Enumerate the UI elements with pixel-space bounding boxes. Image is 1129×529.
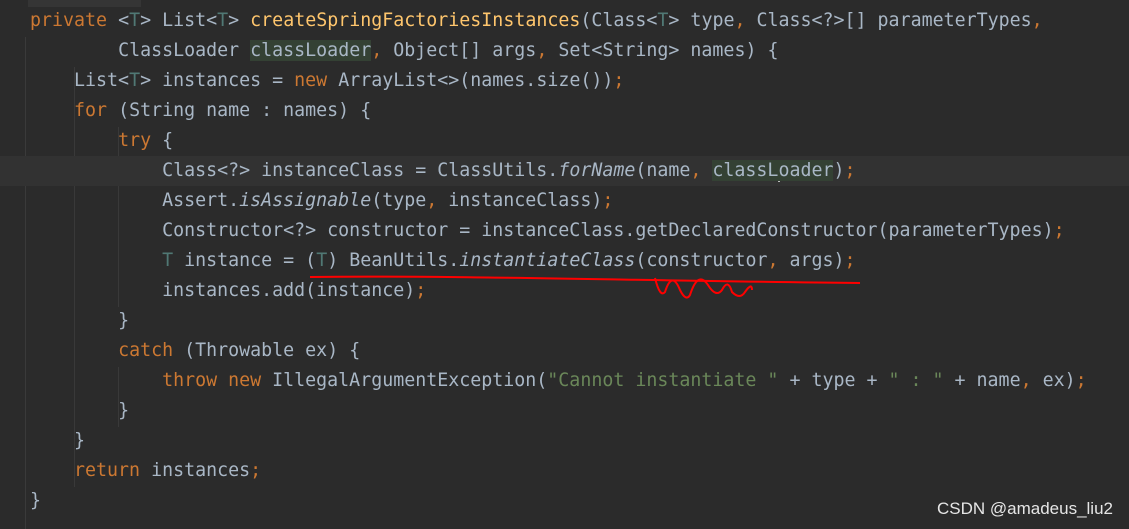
- handwritten-annotation: [309, 275, 861, 299]
- red-underline: [309, 275, 861, 284]
- watermark: CSDN @amadeus_liu2: [936, 499, 1113, 518]
